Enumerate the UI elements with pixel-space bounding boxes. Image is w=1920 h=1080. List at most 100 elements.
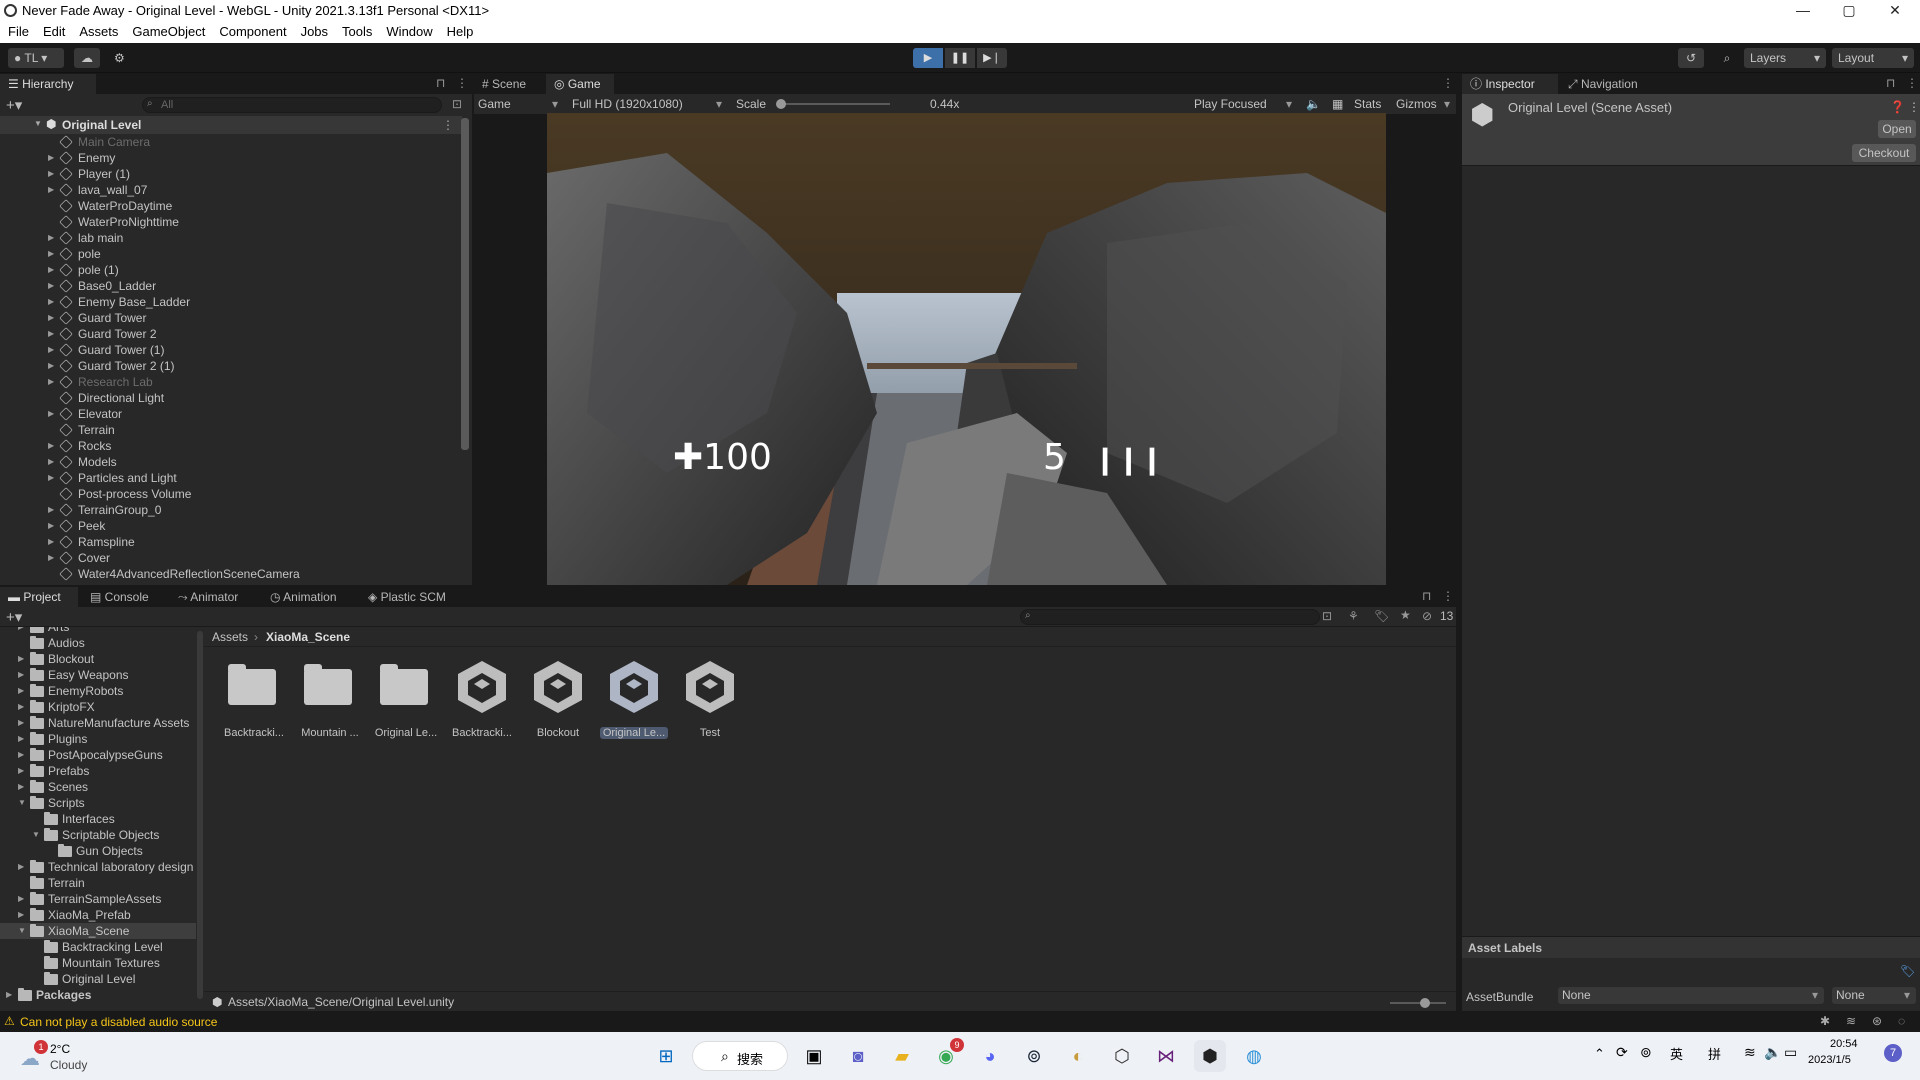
expand-arrow-icon[interactable]: ▶	[18, 907, 24, 923]
hierarchy-item[interactable]: Main Camera	[0, 134, 462, 150]
asset-folder[interactable]: Original Le...	[370, 659, 442, 739]
expand-arrow-icon[interactable]: ▶	[48, 326, 54, 342]
folder-tree-item[interactable]: ▶ Prefabs	[0, 763, 196, 779]
folder-tree-item[interactable]: ▶ Arts	[0, 627, 196, 635]
undo-history-button[interactable]: ↺	[1678, 48, 1704, 68]
asset-folder[interactable]: Mountain ...	[294, 659, 366, 739]
folder-tree-item[interactable]: ▼ Scriptable Objects	[0, 827, 196, 843]
expand-arrow-icon[interactable]: ▶	[48, 358, 54, 374]
hidden-packages-icon[interactable]: ⊘	[1422, 609, 1432, 623]
folder-tree-item[interactable]: ▶ TerrainSampleAssets	[0, 891, 196, 907]
add-icon[interactable]: +▾	[6, 96, 22, 114]
hierarchy-item[interactable]: ▶ pole (1)	[0, 262, 462, 278]
expand-arrow-icon[interactable]: ▶	[48, 150, 54, 166]
checkout-button[interactable]: Checkout	[1852, 144, 1916, 162]
folder-tree-item[interactable]: ▶ NatureManufacture Assets	[0, 715, 196, 731]
menu-gameobject[interactable]: GameObject	[124, 22, 211, 39]
folder-tree-item[interactable]: ▶ Scenes	[0, 779, 196, 795]
expand-arrow-icon[interactable]: ▶	[48, 550, 54, 566]
play-button[interactable]: ▶	[913, 48, 943, 68]
hierarchy-item[interactable]: ▶ lava_wall_07	[0, 182, 462, 198]
expand-arrow-icon[interactable]: ▶	[48, 310, 54, 326]
network-status-icon[interactable]: ◌	[1898, 1014, 1905, 1028]
taskbar-search[interactable]: ⌕ 搜索	[692, 1041, 788, 1071]
hierarchy-item[interactable]: ▶ TerrainGroup_0	[0, 502, 462, 518]
expand-arrow-icon[interactable]: ▶	[48, 518, 54, 534]
hierarchy-item[interactable]: Water4AdvancedReflectionSceneCamera	[0, 566, 462, 582]
tray-steam-icon[interactable]: ⊚	[1640, 1044, 1652, 1061]
folder-tree-item[interactable]: ▶ XiaoMa_Prefab	[0, 907, 196, 923]
expand-arrow-icon[interactable]: ▶	[48, 262, 54, 278]
kebab-menu-icon[interactable]: ⋮	[1442, 76, 1454, 90]
expand-arrow-icon[interactable]: ▶	[48, 470, 54, 486]
hierarchy-item[interactable]: ▶ Guard Tower 2	[0, 326, 462, 342]
collapse-arrow-icon[interactable]: ▼	[32, 827, 40, 843]
expand-arrow-icon[interactable]: ▶	[48, 374, 54, 390]
expand-arrow-icon[interactable]: ▶	[6, 987, 12, 1003]
folder-tree-item[interactable]: Backtracking Level	[0, 939, 196, 955]
debug-bug-icon[interactable]: ✱	[1820, 1014, 1830, 1028]
tab-animation[interactable]: ◷ Animation	[262, 587, 358, 607]
hierarchy-item[interactable]: ▶ Particles and Light	[0, 470, 462, 486]
asset-folder[interactable]: Backtracki...	[218, 659, 290, 739]
folder-tree-item[interactable]: Audios	[0, 635, 196, 651]
expand-arrow-icon[interactable]: ▶	[48, 502, 54, 518]
discord-icon[interactable]: ◕	[974, 1040, 1006, 1072]
folder-tree-item[interactable]: ▶ Plugins	[0, 731, 196, 747]
lock-icon[interactable]: ⊓	[1886, 76, 1895, 90]
hierarchy-item[interactable]: ▶ Cover	[0, 550, 462, 566]
hierarchy-item[interactable]: ▶ Guard Tower (1)	[0, 342, 462, 358]
folder-tree-item[interactable]: Original Level	[0, 971, 196, 987]
folder-tree-item[interactable]: Terrain	[0, 875, 196, 891]
cloud-button[interactable]: ☁	[74, 48, 100, 68]
scene-root-row[interactable]: ▼ ⬢ Original Level ⋮	[0, 116, 462, 134]
notification-badge[interactable]: 7	[1884, 1044, 1902, 1062]
play-mode-dropdown[interactable]: Play Focused	[1194, 97, 1267, 111]
account-dropdown[interactable]: ● TL ▾	[8, 48, 64, 68]
folder-tree-item[interactable]: ▼ XiaoMa_Scene	[0, 923, 196, 939]
stats-button[interactable]: Stats	[1354, 97, 1381, 111]
ime-mode-1[interactable]: 英	[1670, 1044, 1683, 1063]
breadcrumb-current[interactable]: XiaoMa_Scene	[266, 630, 350, 644]
hierarchy-item[interactable]: ▶ Rocks	[0, 438, 462, 454]
menu-jobs[interactable]: Jobs	[293, 22, 334, 39]
asset-scene[interactable]: Test	[674, 659, 746, 739]
league-client-icon[interactable]: ◐	[1062, 1040, 1094, 1072]
expand-arrow-icon[interactable]: ▼	[34, 119, 42, 128]
task-view-icon[interactable]: ▣	[798, 1040, 830, 1072]
variant-dropdown[interactable]: None ▾	[1832, 987, 1916, 1004]
collapse-arrow-icon[interactable]: ▼	[18, 795, 26, 811]
favorite-star-icon[interactable]: ★	[1400, 608, 1411, 622]
expand-arrow-icon[interactable]: ▶	[18, 699, 24, 715]
layout-dropdown[interactable]: Layout ▾	[1832, 48, 1914, 68]
folder-tree-item[interactable]: Mountain Textures	[0, 955, 196, 971]
hierarchy-item[interactable]: ▶ Ramspline	[0, 534, 462, 550]
icon-size-slider[interactable]	[1390, 998, 1446, 1008]
expand-arrow-icon[interactable]: ▶	[48, 294, 54, 310]
hierarchy-item[interactable]: ▶ Guard Tower 2 (1)	[0, 358, 462, 374]
expand-arrow-icon[interactable]: ▶	[18, 891, 24, 907]
clock-date[interactable]: 2023/1/5	[1808, 1054, 1851, 1066]
kebab-menu-icon[interactable]: ⋮	[1906, 76, 1918, 90]
folder-tree-item[interactable]: ▶ Blockout	[0, 651, 196, 667]
hierarchy-scrollbar[interactable]	[461, 118, 469, 450]
help-icon[interactable]: ❓	[1890, 100, 1905, 114]
status-message[interactable]: Can not play a disabled audio source	[20, 1015, 217, 1029]
hierarchy-item[interactable]: ▶ pole	[0, 246, 462, 262]
folder-tree-item[interactable]: ▼ Scripts	[0, 795, 196, 811]
kebab-menu-icon[interactable]: ⋮	[442, 118, 454, 132]
lock-icon[interactable]: ⊓	[1422, 589, 1431, 603]
expand-arrow-icon[interactable]: ▶	[48, 438, 54, 454]
expand-arrow-icon[interactable]: ▶	[48, 246, 54, 262]
resolution-dropdown[interactable]: Full HD (1920x1080)	[572, 97, 683, 111]
mute-audio-icon[interactable]: 🔈	[1306, 97, 1321, 111]
layers-dropdown[interactable]: Layers ▾	[1744, 48, 1826, 68]
clock-time[interactable]: 20:54	[1830, 1038, 1858, 1050]
expand-arrow-icon[interactable]: ▶	[18, 859, 24, 875]
expand-arrow-icon[interactable]: ▶	[18, 651, 24, 667]
expand-arrow-icon[interactable]: ▶	[18, 763, 24, 779]
expand-arrow-icon[interactable]: ▶	[48, 182, 54, 198]
expand-arrow-icon[interactable]: ▶	[18, 667, 24, 683]
breadcrumb-assets[interactable]: Assets	[212, 630, 248, 644]
add-icon[interactable]: +▾	[6, 608, 22, 626]
